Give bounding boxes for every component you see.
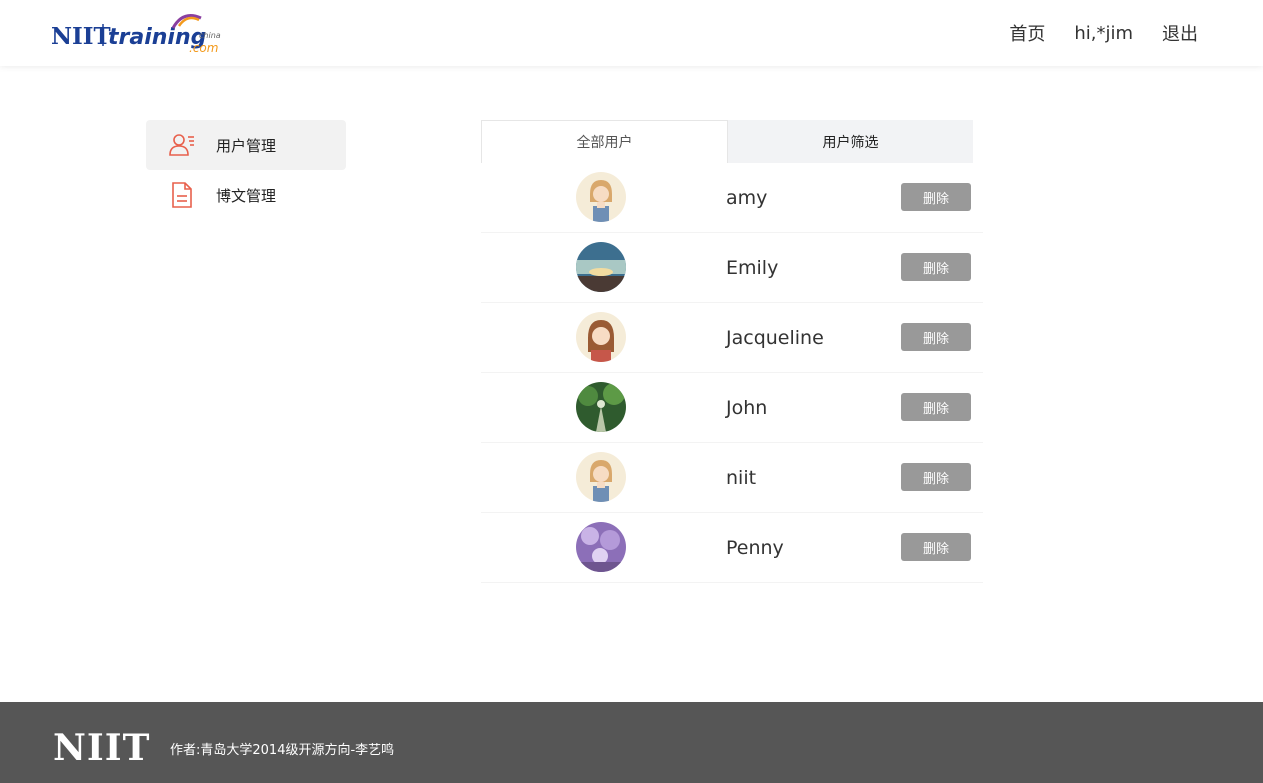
delete-user-button[interactable]: 删除 <box>901 393 971 421</box>
table-row: Penny 删除 <box>481 513 983 583</box>
nav-user-greeting[interactable]: hi,*jim <box>1074 23 1133 44</box>
user-name: amy <box>726 187 768 209</box>
footer-logo: NIIT <box>53 727 151 769</box>
delete-user-button[interactable]: 删除 <box>901 533 971 561</box>
user-name: Jacqueline <box>726 327 824 349</box>
delete-user-button[interactable]: 删除 <box>901 323 971 351</box>
cartoon-girl-avatar <box>576 452 626 502</box>
nav-logout-link[interactable]: 退出 <box>1162 20 1198 46</box>
user-tabs: 全部用户 用户筛选 <box>481 120 973 163</box>
purple-blossom-avatar <box>576 522 626 572</box>
logo-brand-text: NIIT <box>51 23 111 50</box>
forest-path-avatar <box>576 382 626 432</box>
delete-user-button[interactable]: 删除 <box>901 183 971 211</box>
tab-user-filter[interactable]: 用户筛选 <box>728 120 973 163</box>
nav-home-link[interactable]: 首页 <box>1009 20 1045 46</box>
sidebar-item-user-management[interactable]: 用户管理 <box>146 120 346 170</box>
top-header: NIIT training .com china 首页 hi,*jim 退出 <box>0 0 1263 66</box>
cartoon-girl-avatar <box>576 172 626 222</box>
top-nav: 首页 hi,*jim 退出 <box>980 0 1198 66</box>
table-row: niit 删除 <box>481 443 983 513</box>
sidebar-item-post-management[interactable]: 博文管理 <box>146 170 346 220</box>
user-name: Emily <box>726 257 779 279</box>
tab-all-users[interactable]: 全部用户 <box>481 120 728 163</box>
sidebar: 用户管理 博文管理 <box>146 120 346 220</box>
cartoon-woman-avatar <box>576 312 626 362</box>
user-list-icon <box>168 131 196 159</box>
table-row: Emily 删除 <box>481 233 983 303</box>
user-name: Penny <box>726 537 784 559</box>
niit-training-logo[interactable]: NIIT training .com china <box>51 10 226 56</box>
sunset-sky-avatar <box>576 242 626 292</box>
delete-user-button[interactable]: 删除 <box>901 463 971 491</box>
document-icon <box>168 181 196 209</box>
table-row: John 删除 <box>481 373 983 443</box>
logo-suffix-text: .com <box>189 41 218 55</box>
sidebar-item-label: 博文管理 <box>216 186 277 205</box>
delete-user-button[interactable]: 删除 <box>901 253 971 281</box>
logo-small-text: china <box>199 31 221 40</box>
page-footer: NIIT 作者:青岛大学2014级开源方向-李艺鸣 <box>0 702 1263 783</box>
sidebar-item-label: 用户管理 <box>216 136 277 155</box>
table-row: Jacqueline 删除 <box>481 303 983 373</box>
table-row: amy 删除 <box>481 163 983 233</box>
user-name: niit <box>726 467 757 489</box>
footer-credit: 作者:青岛大学2014级开源方向-李艺鸣 <box>170 743 395 758</box>
user-name: John <box>726 397 768 419</box>
user-panel: 全部用户 用户筛选 amy 删除 Emily 删除 Jacqueline 删除 … <box>481 120 983 583</box>
